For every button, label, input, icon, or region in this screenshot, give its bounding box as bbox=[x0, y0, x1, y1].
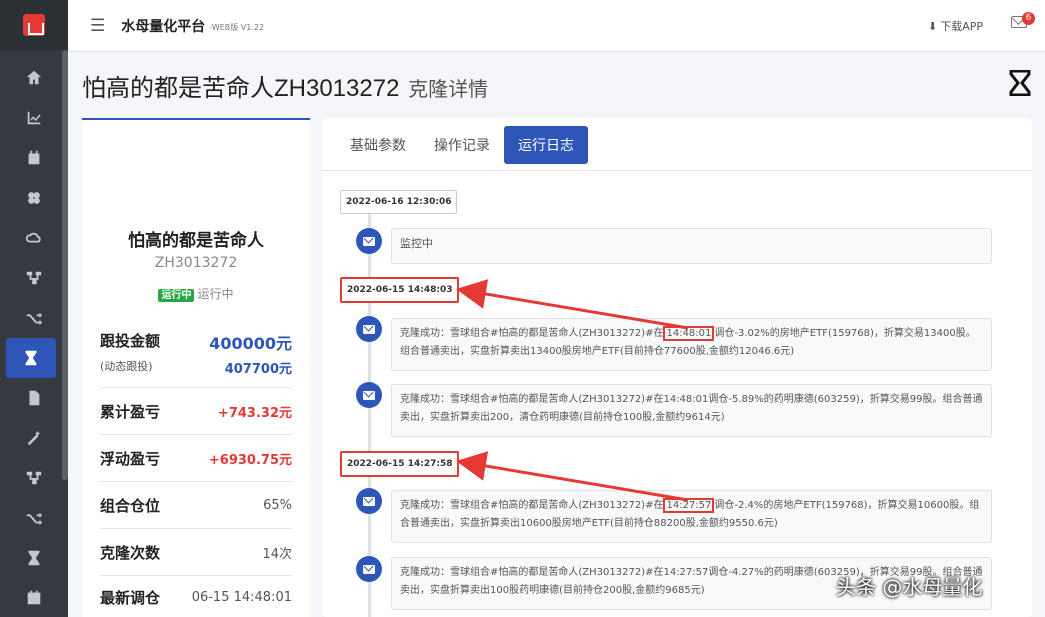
watermark: 头条 @水母量化 bbox=[836, 571, 982, 600]
page-subtitle: 克隆详情 bbox=[408, 79, 488, 101]
log-entry: 克隆成功：雪球组合#怕高的都是苦命人(ZH3013272)#在14:48:01调… bbox=[391, 318, 992, 371]
shuffle-icon[interactable] bbox=[0, 298, 68, 338]
logo-icon bbox=[23, 14, 45, 36]
download-label: 下载APP bbox=[940, 18, 983, 34]
dynamic-follow-value: 407700元 bbox=[225, 358, 292, 377]
page-title-text: 怕高的都是苦命人ZH3013272 bbox=[82, 75, 399, 102]
clone-count-label: 克隆次数 bbox=[100, 542, 160, 563]
cum-pnl-label: 累计盈亏 bbox=[100, 401, 160, 422]
envelope-icon bbox=[356, 316, 382, 342]
sitemap-icon-2[interactable] bbox=[0, 458, 68, 498]
page-title: 怕高的都是苦命人ZH3013272 克隆详情 bbox=[82, 68, 488, 103]
shuffle-icon-2[interactable] bbox=[0, 498, 68, 538]
float-pnl-value: +6930.75元 bbox=[209, 449, 292, 468]
download-app-link[interactable]: ⬇下载APP bbox=[928, 18, 983, 34]
download-icon: ⬇ bbox=[928, 20, 937, 33]
status-badge: 运行中运行中 bbox=[82, 285, 310, 302]
envelope-icon bbox=[356, 488, 382, 514]
envelope-icon bbox=[356, 382, 382, 408]
profile-card: 怕高的都是苦命人 ZH3013272 运行中运行中 跟投金额 400000元 (… bbox=[82, 118, 310, 617]
brand-title: 水母量化平台 bbox=[121, 16, 205, 36]
position-label: 组合仓位 bbox=[100, 495, 160, 516]
timeline-date: 2022-06-16 12:30:06 bbox=[340, 190, 457, 214]
tab-divider bbox=[322, 170, 1032, 171]
menu-toggle-icon[interactable]: ☰ bbox=[90, 16, 105, 36]
chart-icon[interactable] bbox=[0, 98, 68, 138]
log-entry: 克隆成功：雪球组合#怕高的都是苦命人(ZH3013272)#在14:27:57调… bbox=[391, 490, 992, 543]
hourglass-icon-2[interactable] bbox=[0, 538, 68, 578]
float-pnl-row: 浮动盈亏 +6930.75元 bbox=[100, 435, 292, 482]
tab-bar: 基础参数 操作记录 运行日志 bbox=[336, 126, 588, 164]
follow-amount-label: 跟投金额 bbox=[100, 330, 160, 354]
follow-amount-row: 跟投金额 400000元 (动态跟投) 407700元 bbox=[100, 324, 292, 388]
calendar-grid-icon[interactable] bbox=[0, 578, 68, 617]
tab-basic-params[interactable]: 基础参数 bbox=[336, 126, 420, 164]
cloud-icon[interactable] bbox=[0, 218, 68, 258]
hourglass-icon bbox=[1009, 70, 1031, 96]
clone-count-row: 克隆次数 14次 bbox=[100, 529, 292, 576]
sidebar bbox=[0, 0, 68, 617]
status-pill: 运行中 bbox=[158, 289, 194, 302]
last-adjust-value: 06-15 14:48:01 bbox=[192, 590, 292, 605]
highlighted-time: 14:48:01 bbox=[663, 326, 714, 341]
log-entry: 克隆成功：雪球组合#怕高的都是苦命人(ZH3013272)#在14:48:01调… bbox=[391, 384, 992, 437]
dynamic-follow-label: (动态跟投) bbox=[100, 358, 153, 377]
file-icon[interactable] bbox=[0, 378, 68, 418]
sidebar-scrollbar[interactable] bbox=[62, 50, 68, 480]
clone-count-value: 14次 bbox=[262, 543, 292, 562]
app-logo[interactable] bbox=[0, 0, 68, 50]
status-text: 运行中 bbox=[197, 287, 233, 301]
float-pnl-label: 浮动盈亏 bbox=[100, 448, 160, 469]
last-adjust-label: 最新调仓 bbox=[100, 587, 160, 608]
position-row: 组合仓位 65% bbox=[100, 482, 292, 529]
portfolio-name: 怕高的都是苦命人 bbox=[82, 226, 310, 251]
portfolio-code: ZH3013272 bbox=[82, 255, 310, 271]
cum-pnl-row: 累计盈亏 +743.32元 bbox=[100, 388, 292, 435]
envelope-icon bbox=[356, 556, 382, 582]
mail-badge: 6 bbox=[1022, 12, 1035, 25]
tab-run-log[interactable]: 运行日志 bbox=[504, 126, 588, 164]
follow-amount-value: 400000元 bbox=[209, 330, 292, 354]
home-icon[interactable] bbox=[0, 58, 68, 98]
timeline-date-highlight: 2022-06-15 14:48:03 bbox=[340, 277, 459, 303]
log-entry: 监控中 bbox=[391, 228, 992, 264]
tab-operation-log[interactable]: 操作记录 bbox=[420, 126, 504, 164]
timeline-date-highlight: 2022-06-15 14:27:58 bbox=[340, 451, 459, 477]
cum-pnl-value: +743.32元 bbox=[218, 402, 292, 421]
last-adjust-row: 最新调仓 06-15 14:48:01 bbox=[100, 576, 292, 617]
position-value: 65% bbox=[263, 498, 292, 513]
sitemap-icon[interactable] bbox=[0, 258, 68, 298]
envelope-icon bbox=[356, 228, 382, 254]
cubes-icon[interactable] bbox=[0, 178, 68, 218]
highlighted-time: 14:27:57 bbox=[663, 498, 714, 513]
calendar-icon[interactable] bbox=[0, 138, 68, 178]
magic-icon[interactable] bbox=[0, 418, 68, 458]
hourglass-nav-icon[interactable] bbox=[6, 338, 56, 378]
brand-version: -WEB版 V1.22 bbox=[209, 22, 264, 33]
topbar: ☰ 水母量化平台 -WEB版 V1.22 ⬇下载APP 6 bbox=[68, 0, 1045, 52]
